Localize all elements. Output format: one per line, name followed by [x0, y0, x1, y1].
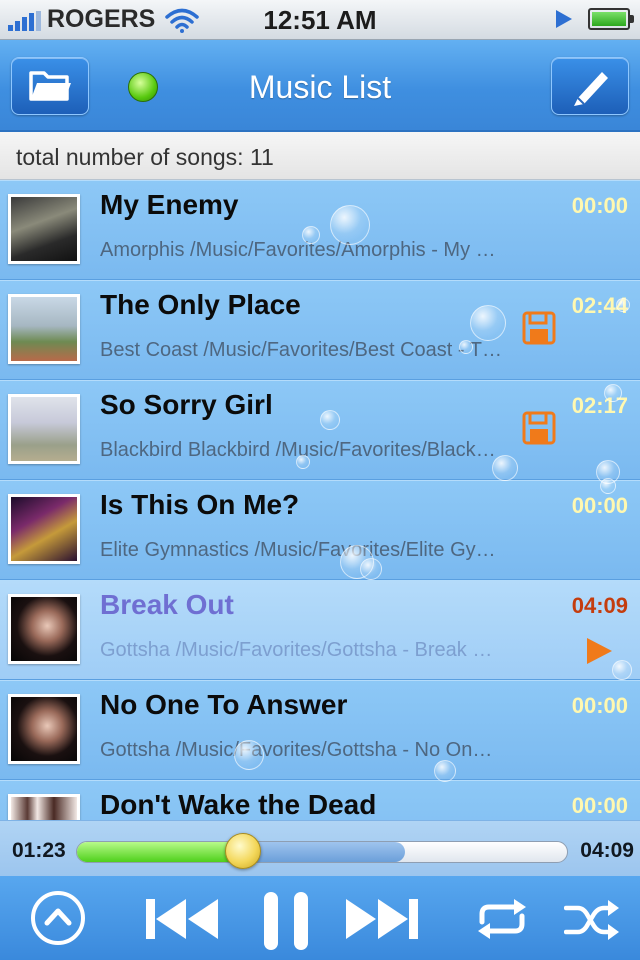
progress-bar-area: 01:23 04:09 — [0, 820, 640, 876]
song-title: Don't Wake the Dead — [100, 789, 377, 820]
collapse-button[interactable] — [30, 890, 86, 946]
song-title: So Sorry Girl — [100, 389, 273, 420]
playback-controls — [0, 876, 640, 960]
repeat-button[interactable] — [472, 896, 532, 942]
pause-button[interactable] — [262, 890, 312, 952]
song-duration: 02:44 — [571, 293, 628, 318]
song-list[interactable]: My Enemy Amorphis /Music/Favorites/Amorph… — [0, 180, 640, 820]
song-row[interactable]: So Sorry Girl Blackbird Blackbird /Music/… — [0, 380, 640, 480]
song-duration: 00:00 — [571, 693, 628, 718]
song-title: Break Out — [100, 589, 234, 620]
previous-button[interactable] — [144, 894, 220, 944]
album-art — [8, 194, 80, 264]
song-path: Gottsha /Music/Favorites/Gottsha - No On… — [100, 739, 502, 761]
total-time: 04:09 — [580, 839, 634, 862]
repeat-icon — [478, 899, 526, 939]
skip-back-icon — [146, 899, 218, 939]
song-row[interactable]: Don't Wake the Dead 00:00 — [0, 780, 640, 820]
album-art — [8, 294, 80, 364]
song-duration: 04:09 — [571, 593, 628, 618]
status-bar: ROGERS 12:51 AM — [0, 0, 640, 40]
song-path: Gottsha /Music/Favorites/Gottsha - Break… — [100, 639, 502, 661]
song-title: My Enemy — [100, 189, 239, 220]
battery-icon — [588, 8, 634, 30]
shuffle-icon — [564, 900, 619, 940]
pause-icon — [264, 892, 308, 950]
page-title: Music List — [248, 69, 392, 105]
current-time: 01:23 — [12, 839, 66, 862]
song-title: No One To Answer — [100, 689, 348, 720]
save-icon[interactable] — [522, 311, 556, 345]
played-fill — [77, 842, 244, 862]
song-duration: 02:17 — [571, 393, 628, 418]
signal-strength-icon — [8, 9, 41, 31]
next-button[interactable] — [344, 894, 420, 944]
album-art — [8, 494, 80, 564]
song-duration: 00:00 — [571, 493, 628, 518]
song-path: Best Coast /Music/Favorites/Best Coast -… — [100, 339, 502, 361]
album-art — [8, 694, 80, 764]
song-title: The Only Place — [100, 289, 301, 320]
chevron-up-circle-icon — [31, 891, 85, 945]
song-duration: 00:00 — [571, 793, 628, 818]
now-playing-icon — [584, 636, 614, 666]
song-row[interactable]: The Only Place Best Coast /Music/Favorite… — [0, 280, 640, 380]
seek-track[interactable] — [76, 841, 568, 863]
song-title: Is This On Me? — [100, 489, 300, 520]
save-icon[interactable] — [522, 411, 556, 445]
now-playing-icon — [556, 10, 572, 28]
song-row[interactable]: My Enemy Amorphis /Music/Favorites/Amorph… — [0, 180, 640, 280]
song-duration: 00:00 — [571, 193, 628, 218]
carrier-name: ROGERS — [47, 5, 156, 33]
album-art — [8, 594, 80, 664]
song-row[interactable]: Break Out Gottsha /Music/Favorites/Gottsh… — [0, 580, 640, 680]
skip-forward-icon — [346, 899, 418, 939]
seek-thumb[interactable] — [225, 833, 262, 869]
wifi-icon — [165, 8, 200, 33]
album-art — [8, 394, 80, 464]
song-path: Elite Gymnastics /Music/Favorites/Elite … — [100, 539, 502, 561]
shuffle-button[interactable] — [564, 896, 620, 942]
song-count-label: total number of songs: 11 — [16, 144, 274, 170]
song-path: Blackbird Blackbird /Music/Favorites/Bla… — [100, 439, 502, 461]
song-count-bar: total number of songs: 11 — [0, 132, 640, 180]
album-art — [8, 794, 80, 820]
song-row[interactable]: Is This On Me? Elite Gymnastics /Music/Fa… — [0, 480, 640, 580]
song-row[interactable]: No One To Answer Gottsha /Music/Favorites… — [0, 680, 640, 780]
song-path: Amorphis /Music/Favorites/Amorphis - My … — [100, 239, 502, 261]
